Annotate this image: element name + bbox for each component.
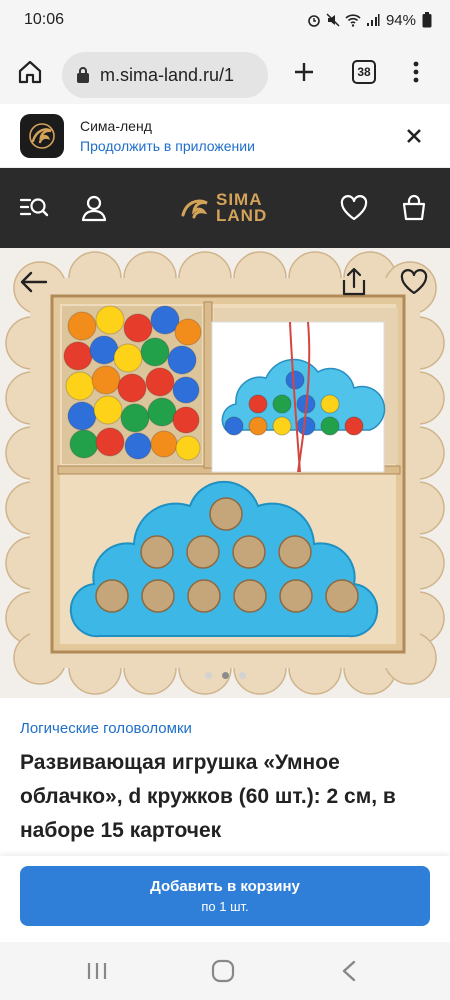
system-nav-bar (0, 942, 450, 1000)
signal-icon (366, 14, 380, 26)
user-icon (81, 195, 107, 222)
logo-text: SIMA LAND (216, 191, 268, 225)
gallery-pagination (0, 672, 450, 679)
site-logo[interactable]: SIMA LAND (178, 186, 274, 230)
url-text: m.sima-land.ru/1 (100, 64, 235, 85)
home-nav-button[interactable] (208, 956, 238, 986)
catalog-search-icon (19, 198, 49, 217)
app-logo-icon[interactable] (20, 114, 64, 158)
mute-icon (326, 13, 340, 27)
lock-icon (77, 67, 89, 83)
back-button[interactable] (16, 264, 52, 300)
gallery-dot[interactable] (238, 672, 246, 679)
close-banner-button[interactable] (402, 124, 426, 148)
app-banner: Сима-ленд Продолжить в приложении (0, 104, 450, 168)
share-icon (342, 267, 366, 296)
add-to-cart-label: Добавить в корзину (150, 878, 300, 895)
catalog-search-button[interactable] (18, 192, 50, 224)
battery-percent: 94% (385, 11, 416, 29)
add-to-cart-button[interactable]: Добавить в корзину по 1 шт. (20, 866, 430, 926)
status-indicators: 94% (307, 12, 432, 29)
back-nav-icon (342, 960, 356, 982)
wifi-icon (345, 14, 361, 27)
product-title: Развивающая игрушка «Умное облачко», d к… (20, 751, 396, 842)
new-tab-button[interactable] (288, 56, 320, 88)
recents-icon (87, 963, 107, 979)
browser-toolbar: m.sima-land.ru/1 38 (0, 40, 450, 104)
logo-icon (181, 199, 208, 219)
favorites-button[interactable] (338, 192, 370, 224)
home-nav-icon (211, 959, 235, 983)
continue-in-app-link[interactable]: Продолжить в приложении (80, 138, 255, 154)
home-icon (18, 60, 42, 84)
home-button[interactable] (14, 56, 46, 88)
heart-icon (340, 195, 368, 221)
plus-icon (295, 63, 313, 81)
cart-icon (402, 194, 426, 221)
address-bar[interactable]: m.sima-land.ru/1 (62, 52, 268, 98)
favorite-icon (400, 269, 428, 295)
recents-button[interactable] (82, 956, 112, 986)
status-bar: 10:06 94% (0, 0, 450, 40)
product-gallery[interactable] (0, 248, 450, 698)
battery-icon (422, 12, 432, 28)
menu-button[interactable] (400, 56, 432, 88)
profile-button[interactable] (78, 192, 110, 224)
logo-line-2: LAND (216, 206, 268, 225)
cart-button[interactable] (398, 192, 430, 224)
cart-bar: Добавить в корзину по 1 шт. (0, 856, 450, 942)
alarm-icon (308, 15, 320, 27)
status-icons (307, 13, 380, 27)
close-icon (407, 129, 421, 143)
category-link[interactable]: Логические головоломки (20, 720, 192, 737)
add-to-favorites-button[interactable] (396, 264, 432, 300)
more-icon (413, 61, 419, 83)
back-arrow-icon (20, 271, 48, 293)
gallery-dot[interactable] (204, 672, 212, 679)
tabs-icon: 38 (352, 60, 376, 84)
add-to-cart-quantity: по 1 шт. (201, 899, 249, 914)
gallery-dot-active[interactable] (221, 672, 229, 679)
back-nav-button[interactable] (334, 956, 364, 986)
product-photo (5, 251, 445, 695)
site-header: SIMA LAND (0, 168, 450, 248)
tabs-button[interactable]: 38 (348, 56, 380, 88)
share-button[interactable] (336, 264, 372, 300)
app-name: Сима-ленд (80, 118, 152, 134)
status-time: 10:06 (24, 11, 65, 28)
